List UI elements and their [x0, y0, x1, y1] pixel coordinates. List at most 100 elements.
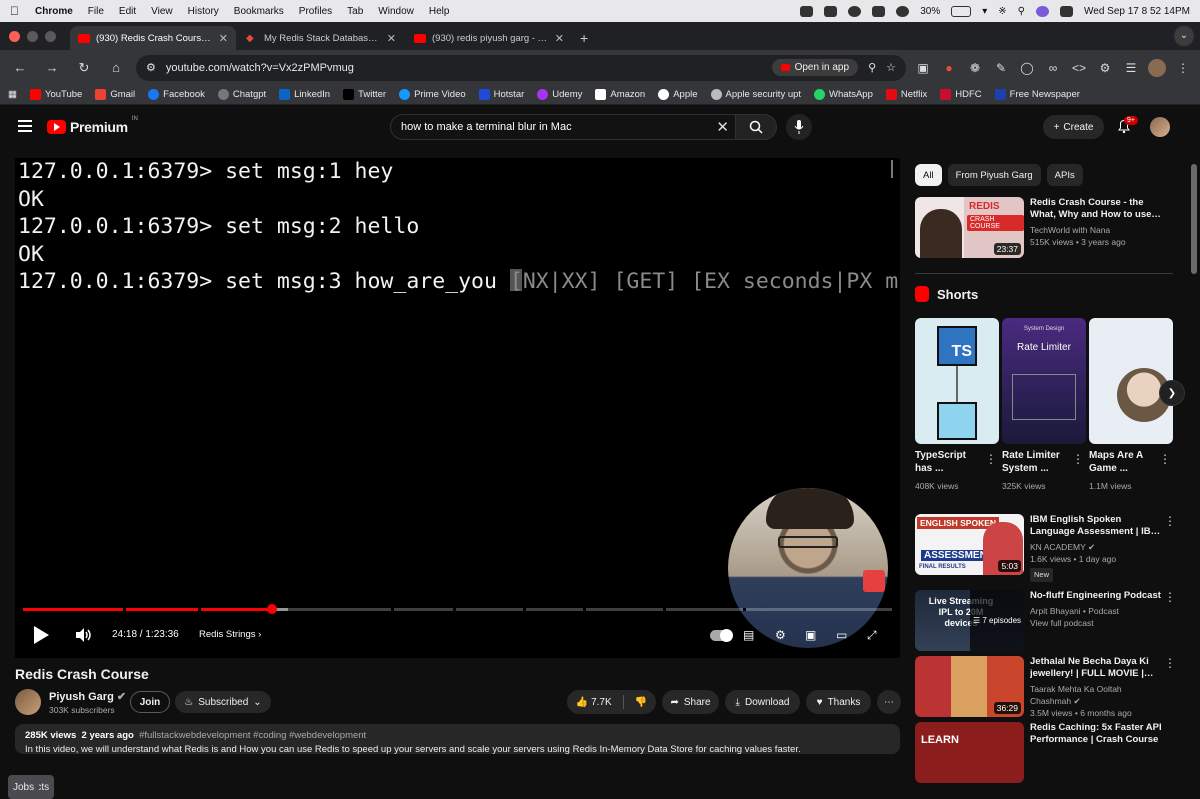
video-title-link[interactable]: Redis Caching: 5x Faster API Performance…	[1030, 722, 1162, 746]
bookmark-item[interactable]: YouTube	[29, 89, 82, 100]
chip-from-channel[interactable]: From Piyush Garg	[947, 164, 1041, 186]
join-button[interactable]: Join	[130, 691, 170, 713]
short-thumbnail[interactable]: TS	[915, 318, 999, 444]
extension-icon[interactable]: ⚙	[1096, 59, 1114, 77]
clear-search-icon[interactable]: ✕	[716, 118, 729, 136]
more-vert-icon[interactable]: ⋮	[1159, 452, 1171, 466]
status-upload-icon[interactable]	[824, 5, 838, 17]
chip-all[interactable]: All	[915, 164, 942, 186]
close-tab-icon[interactable]: ✕	[555, 32, 564, 45]
video-thumbnail[interactable]: Live Streaming IPL to 20M devices ☰ 7 ep…	[915, 590, 1024, 651]
more-actions-button[interactable]: ⋯	[877, 690, 901, 714]
forward-icon[interactable]: →	[40, 56, 64, 80]
bookmark-item[interactable]: Apple security upt	[710, 89, 801, 100]
menu-app-name[interactable]: Chrome	[35, 6, 73, 17]
status-sync-icon[interactable]	[848, 5, 862, 17]
url-text[interactable]: youtube.com/watch?v=Vx2zPMPvmug	[166, 62, 762, 74]
close-window-icon[interactable]	[9, 31, 20, 42]
more-vert-icon[interactable]: ⋮	[1164, 656, 1176, 719]
subscribed-button[interactable]: ♨ Subscribed ⌄	[175, 691, 271, 713]
search-button[interactable]	[735, 114, 777, 140]
spotlight-icon[interactable]: ⚲	[1018, 6, 1025, 17]
bookmark-item[interactable]: Apple	[658, 89, 698, 100]
extensions-puzzle-icon[interactable]: ✎	[992, 59, 1010, 77]
bluetooth-icon[interactable]: ※	[998, 6, 1006, 17]
short-thumbnail[interactable]	[1089, 318, 1173, 444]
open-in-app-button[interactable]: Open in app	[771, 59, 859, 76]
status-app-icon[interactable]	[800, 5, 814, 17]
reading-list-icon[interactable]: ☰	[1122, 59, 1140, 77]
chapter-button[interactable]: Redis Strings ›	[199, 629, 261, 640]
more-vert-icon[interactable]: ⋮	[1164, 590, 1176, 651]
like-button[interactable]: 👍 7.7K	[576, 697, 612, 708]
page-scrollbar[interactable]	[1191, 164, 1197, 274]
extension-icon[interactable]: ◯	[1018, 59, 1036, 77]
channel-link[interactable]: Taarak Mehta Ka Ooltah Chashmah ✔	[1030, 683, 1162, 707]
youtube-premium-logo[interactable]: Premium IN	[47, 116, 138, 135]
address-bar[interactable]: ⚙ youtube.com/watch?v=Vx2zPMPvmug Open i…	[136, 54, 906, 81]
profile-avatar-icon[interactable]	[1148, 58, 1166, 77]
status-grid-icon[interactable]	[872, 5, 886, 17]
short-title[interactable]: TypeScript has ...	[915, 449, 985, 475]
seek-bar[interactable]	[23, 604, 892, 614]
video-title-link[interactable]: Redis Crash Course - the What, Why and H…	[1030, 197, 1162, 221]
close-tab-icon[interactable]: ✕	[219, 32, 228, 45]
zoom-window-icon[interactable]	[45, 31, 56, 42]
menu-profiles[interactable]: Profiles	[299, 6, 332, 17]
volume-icon[interactable]	[75, 627, 93, 643]
hashtags[interactable]: #fullstackwebdevelopment #coding #webdev…	[139, 730, 366, 741]
menu-window[interactable]: Window	[378, 6, 414, 17]
account-avatar[interactable]	[1150, 117, 1170, 137]
more-vert-icon[interactable]: ⋮	[985, 452, 997, 466]
browser-tab[interactable]: ◆ My Redis Stack Database - Bro ✕	[238, 26, 404, 50]
view-full-podcast-link[interactable]: View full podcast	[1030, 617, 1162, 629]
seek-handle[interactable]	[267, 604, 278, 614]
video-title-link[interactable]: IBM English Spoken Language Assessment |…	[1030, 514, 1162, 538]
share-button[interactable]: ➦ Share	[662, 690, 719, 714]
video-player[interactable]: 127.0.0.1:6379> set msg:1 hey OK 127.0.0.1…	[15, 158, 900, 658]
code-icon[interactable]: <>	[1070, 59, 1088, 77]
channel-link[interactable]: KN ACADEMY ✔	[1030, 541, 1162, 553]
recommended-video[interactable]: ENGLISH SPOKEN ASSESSMENT FINAL RESULTS …	[915, 514, 1185, 582]
channel-avatar[interactable]	[15, 689, 41, 715]
browser-tab[interactable]: (930) Redis Crash Course - YouTube ✕	[70, 26, 236, 50]
recommended-video[interactable]: LEARN Redis Caching: 5x Faster API Perfo…	[915, 722, 1185, 783]
channel-name[interactable]: Piyush Garg ✔	[49, 690, 126, 703]
download-button[interactable]: ⤓ Download	[725, 690, 800, 714]
site-info-icon[interactable]: ⚙	[146, 61, 156, 74]
short-card[interactable]: TS TypeScript has ... 408K views ⋮	[915, 318, 999, 491]
chrome-menu-icon[interactable]: ⋮	[1174, 59, 1192, 77]
bookmark-item[interactable]: Facebook	[148, 89, 205, 100]
tab-search-icon[interactable]: ⌄	[1174, 26, 1194, 46]
bookmark-item[interactable]: Udemy	[537, 89, 582, 100]
bookmark-item[interactable]: Free Newspaper	[994, 89, 1080, 100]
bookmark-item[interactable]: Gmail	[95, 89, 135, 100]
thanks-button[interactable]: ♥ Thanks	[806, 690, 871, 714]
channel-link[interactable]: Arpit Bhayani • Podcast	[1030, 605, 1162, 617]
bookmark-star-icon[interactable]: ☆	[886, 61, 896, 74]
close-tab-icon[interactable]: ✕	[387, 32, 396, 45]
video-thumbnail[interactable]: ENGLISH SPOKEN ASSESSMENT FINAL RESULTS …	[915, 514, 1024, 575]
short-card[interactable]: System Design Rate Limiter Rate Limiter …	[1002, 318, 1086, 491]
bookmark-item[interactable]: HDFC	[940, 89, 982, 100]
short-card[interactable]: Maps Are A Game ... 1.1M views ⋮	[1089, 318, 1173, 491]
theater-mode-icon[interactable]: ▭	[836, 628, 847, 642]
dislike-button[interactable]: 👎	[635, 697, 647, 708]
battery-icon[interactable]	[951, 5, 972, 17]
fullscreen-icon[interactable]: ⤢	[867, 628, 877, 643]
play-icon[interactable]	[34, 626, 49, 644]
recommended-video[interactable]: 36:29 Jethalal Ne Becha Daya Ki jeweller…	[915, 656, 1185, 719]
extension-icon[interactable]: ▣	[914, 59, 932, 77]
bookmark-item[interactable]: WhatsApp	[814, 89, 873, 100]
channel-link[interactable]: TechWorld with Nana	[1030, 224, 1162, 236]
menu-file[interactable]: File	[88, 6, 104, 17]
control-center-icon[interactable]	[1060, 5, 1073, 17]
bookmark-folder[interactable]: Jobs	[8, 775, 40, 799]
video-thumbnail[interactable]: LEARN	[915, 722, 1024, 783]
bookmark-item[interactable]: LinkedIn	[279, 89, 330, 100]
bookmark-item[interactable]: Amazon	[595, 89, 645, 100]
menu-history[interactable]: History	[188, 6, 219, 17]
siri-icon[interactable]	[1036, 5, 1049, 17]
zoom-icon[interactable]: ⚲	[868, 61, 876, 74]
menu-view[interactable]: View	[151, 6, 173, 17]
